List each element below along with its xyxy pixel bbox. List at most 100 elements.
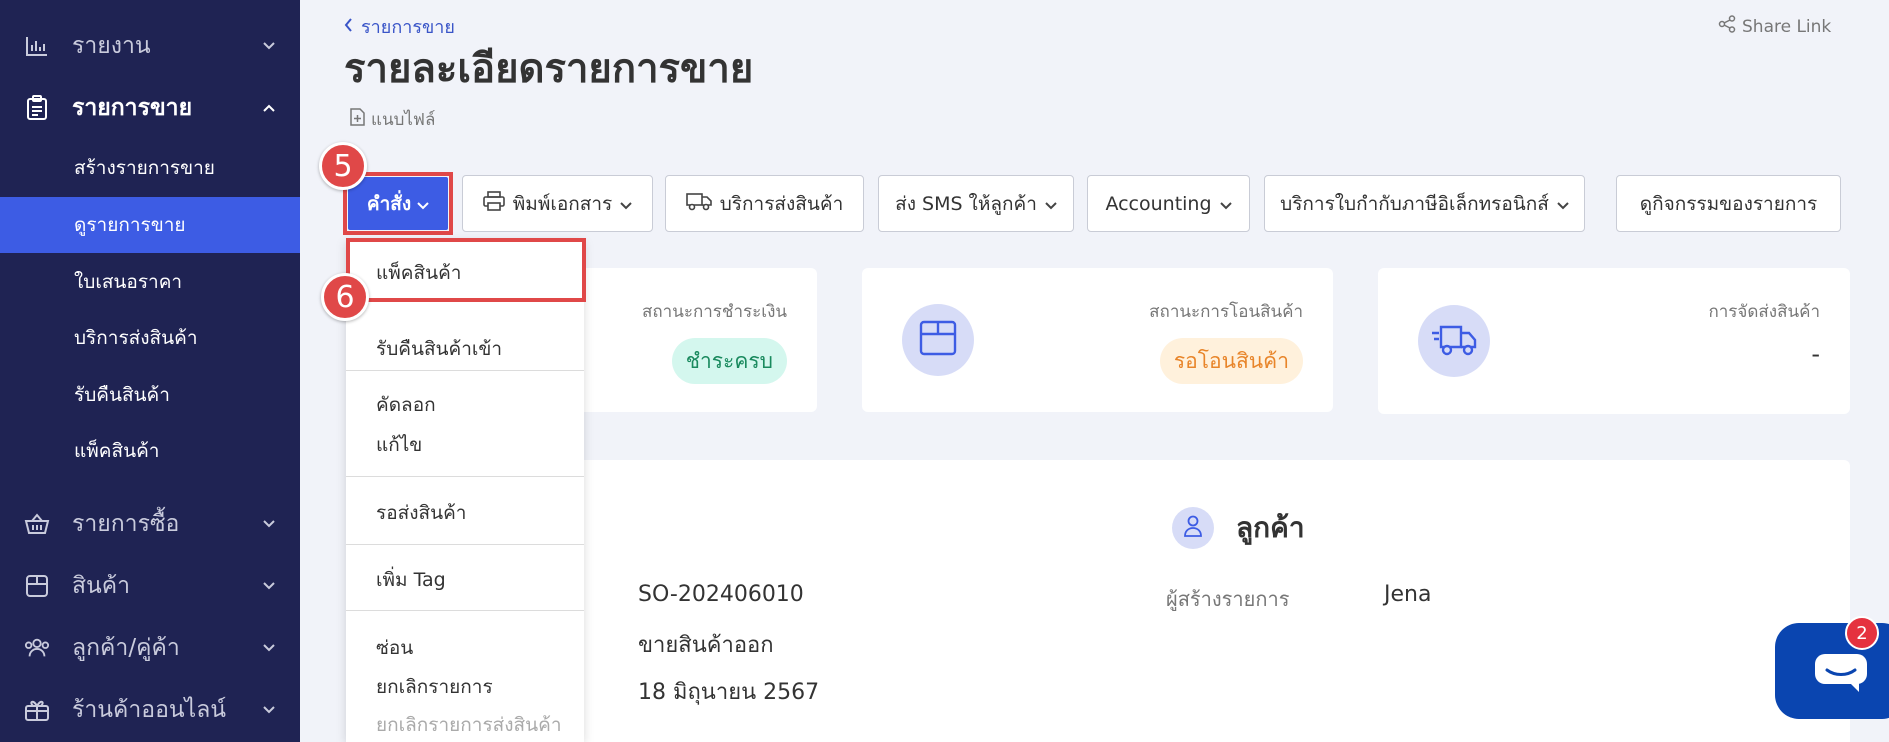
sidebar-item-report[interactable]: รายงาน	[0, 30, 300, 62]
chevron-down-icon	[1045, 193, 1057, 215]
command-button[interactable]: คำสั่ง	[348, 177, 448, 230]
gift-icon	[24, 697, 50, 723]
menu-item-hide[interactable]: ซ่อน	[376, 633, 413, 663]
chevron-down-icon	[620, 193, 632, 215]
sidebar-sub-returns[interactable]: รับคืนสินค้า	[0, 367, 300, 423]
sidebar-item-purchases[interactable]: รายการซื้อ	[0, 508, 300, 540]
share-link-label: Share Link	[1742, 16, 1832, 37]
sidebar-item-label: รายการขาย	[72, 95, 193, 121]
menu-item-cancel[interactable]: ยกเลิกรายการ	[376, 672, 493, 702]
sidebar-sub-create-sale[interactable]: สร้างรายการขาย	[0, 140, 300, 196]
users-icon	[24, 635, 50, 661]
creator-label: ผู้สร้างรายการ	[1166, 587, 1290, 611]
transfer-status-label: สถานะการโอนสินค้า	[1149, 302, 1303, 322]
sidebar-sub-label: แพ็คสินค้า	[74, 440, 160, 462]
customer-icon-circle	[1172, 507, 1214, 549]
print-documents-button[interactable]: พิมพ์เอกสาร	[462, 175, 653, 232]
truck-icon	[685, 191, 712, 216]
bar-chart-icon	[24, 33, 50, 59]
chevron-down-icon	[262, 641, 276, 655]
step-6-badge: 6	[321, 273, 369, 321]
sidebar-sub-view-sales[interactable]: ดูรายการขาย	[0, 197, 300, 253]
sidebar-sub-label: สร้างรายการขาย	[74, 157, 215, 179]
sidebar-item-contacts[interactable]: ลูกค้า/คู่ค้า	[0, 632, 300, 664]
payment-status-card: สถานะการชำระเงิน ชำระครบ	[560, 268, 817, 412]
menu-divider	[346, 476, 584, 477]
view-activity-button[interactable]: ดูกิจกรรมของรายการ	[1616, 175, 1841, 232]
package-icon	[919, 320, 957, 360]
menu-item-pack[interactable]: แพ็คสินค้า	[376, 258, 461, 288]
sidebar-sub-label: บริการส่งสินค้า	[74, 327, 198, 349]
menu-divider	[346, 544, 584, 545]
menu-item-add-tag[interactable]: เพิ่ม Tag	[376, 565, 446, 595]
payment-status-badge: ชำระครบ	[671, 338, 787, 384]
accounting-label: Accounting	[1105, 192, 1212, 215]
menu-item-await-shipping[interactable]: รอส่งสินค้า	[376, 498, 466, 528]
sidebar-item-sales[interactable]: รายการขาย	[0, 92, 300, 124]
share-link-button[interactable]: Share Link	[1718, 15, 1831, 38]
notification-badge: 2	[1845, 616, 1879, 650]
step-6-highlight[interactable]: แพ็คสินค้า	[346, 238, 586, 302]
transfer-status-card: สถานะการโอนสินค้า รอโอนสินค้า	[862, 268, 1333, 412]
step-5-badge: 5	[319, 142, 367, 190]
box-icon	[24, 573, 50, 599]
accounting-button[interactable]: Accounting	[1087, 175, 1250, 232]
share-icon	[1718, 15, 1736, 38]
sidebar-item-online-store[interactable]: ร้านค้าออนไลน์	[0, 694, 300, 726]
chevron-down-icon	[1557, 193, 1569, 215]
send-sms-label: ส่ง SMS ให้ลูกค้า	[895, 192, 1037, 215]
chat-bubble-icon	[1813, 652, 1869, 698]
user-icon	[1183, 515, 1203, 541]
sidebar-item-label: ลูกค้า/คู่ค้า	[72, 635, 180, 661]
transfer-status-badge: รอโอนสินค้า	[1159, 338, 1303, 384]
send-sms-button[interactable]: ส่ง SMS ให้ลูกค้า	[878, 175, 1074, 232]
print-documents-label: พิมพ์เอกสาร	[512, 192, 613, 215]
chevron-down-icon	[262, 517, 276, 531]
chevron-down-icon	[417, 193, 429, 215]
order-date: 18 มิถุนายน 2567	[638, 680, 820, 705]
menu-item-edit[interactable]: แก้ไข	[376, 430, 422, 460]
printer-icon	[482, 191, 505, 216]
sidebar: รายงาน รายการขาย สร้างรายการขาย ดูรายการ…	[0, 0, 300, 742]
sidebar-item-products[interactable]: สินค้า	[0, 570, 300, 602]
sidebar-item-label: สินค้า	[72, 573, 131, 599]
customer-heading: ลูกค้า	[1236, 511, 1305, 544]
file-plus-icon	[350, 108, 365, 131]
package-icon-circle	[902, 304, 974, 376]
document-number: SO-202406010	[638, 582, 804, 607]
clipboard-icon	[24, 95, 50, 121]
sidebar-item-label: ร้านค้าออนไลน์	[72, 697, 227, 723]
sidebar-sub-quotation[interactable]: ใบเสนอราคา	[0, 254, 300, 310]
shipping-service-button[interactable]: บริการส่งสินค้า	[665, 175, 864, 232]
delivery-status-card: การจัดส่งสินค้า -	[1378, 268, 1850, 414]
delivery-status-value: -	[1811, 340, 1820, 368]
shipping-service-label: บริการส่งสินค้า	[719, 192, 844, 215]
attach-file-button[interactable]: แนบไฟล์	[350, 106, 435, 133]
page-title: รายละเอียดรายการขาย	[344, 46, 754, 92]
menu-item-cancel-shipping[interactable]: ยกเลิกรายการส่งสินค้า	[376, 710, 562, 740]
chevron-left-icon	[344, 16, 353, 37]
sidebar-sub-pack[interactable]: แพ็คสินค้า	[0, 423, 300, 479]
sidebar-item-label: รายงาน	[72, 33, 151, 59]
menu-item-copy[interactable]: คัดลอก	[376, 390, 436, 420]
attach-file-label: แนบไฟล์	[371, 110, 436, 130]
command-label: คำสั่ง	[366, 192, 412, 215]
sidebar-sub-label: ดูรายการขาย	[74, 214, 186, 236]
delivery-truck-icon	[1431, 321, 1477, 361]
delivery-icon-circle	[1418, 305, 1490, 377]
menu-item-return-in[interactable]: รับคืนสินค้าเข้า	[376, 334, 502, 364]
chevron-down-icon	[262, 39, 276, 53]
chevron-down-icon	[262, 703, 276, 717]
e-tax-invoice-button[interactable]: บริการใบกำกับภาษีอิเล็กทรอนิกส์	[1264, 175, 1585, 232]
sidebar-sub-label: รับคืนสินค้า	[74, 384, 170, 406]
delivery-status-label: การจัดส่งสินค้า	[1708, 302, 1820, 322]
command-dropdown-menu: รับคืนสินค้าเข้า คัดลอก แก้ไข รอส่งสินค้…	[346, 240, 584, 742]
chevron-up-icon	[262, 101, 276, 115]
order-type: ขายสินค้าออก	[638, 633, 774, 658]
sidebar-sub-shipping[interactable]: บริการส่งสินค้า	[0, 310, 300, 366]
view-activity-label: ดูกิจกรรมของรายการ	[1639, 192, 1818, 215]
chevron-down-icon	[262, 579, 276, 593]
payment-status-label: สถานะการชำระเงิน	[641, 302, 787, 322]
creator-value: Jena	[1384, 582, 1432, 607]
sidebar-sub-label: ใบเสนอราคา	[74, 271, 183, 293]
